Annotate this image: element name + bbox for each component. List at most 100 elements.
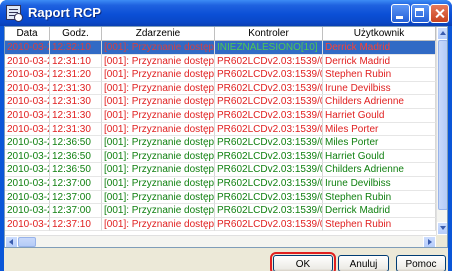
cell-date: 2010-03-26: [5, 41, 50, 55]
dialog-client-area: Data Godz. Zdarzenie Kontroler Użytkowni…: [4, 26, 448, 271]
cell-controller: PR602LCDv2.03:1539/000: [215, 108, 323, 123]
table-row[interactable]: 2010-03-2612:37:00[001]: Przyznanie dost…: [5, 176, 436, 191]
cell-user: Childers Adrienne: [323, 163, 436, 177]
table-row[interactable]: 2010-03-2612:36:50[001]: Przyznanie dost…: [5, 149, 436, 164]
cell-controller: PR602LCDv2.03:1539/000: [215, 54, 323, 69]
column-header-controller[interactable]: Kontroler: [215, 27, 323, 41]
cell-controller: PR602LCDv2.03:1539/000: [215, 149, 323, 164]
cell-controller: PR602LCDv2.03:1539/000: [215, 176, 323, 191]
table-row[interactable]: 2010-03-2612:31:30[001]: Przyznanie dost…: [5, 122, 436, 137]
cell-user: Miles Porter: [323, 136, 436, 150]
table-row[interactable]: 2010-03-2612:31:30[001]: Przyznanie dost…: [5, 81, 436, 96]
cell-controller: PR602LCDv2.03:1539/000: [215, 163, 323, 177]
chevron-up-icon: [440, 31, 446, 35]
cell-user: Derrick Madrid: [323, 204, 436, 218]
scroll-up-button[interactable]: [437, 27, 447, 40]
vertical-scroll-thumb[interactable]: [438, 40, 447, 210]
cell-date: 2010-03-26: [5, 176, 50, 191]
cell-date: 2010-03-26: [5, 136, 50, 150]
column-header-date[interactable]: Data: [5, 27, 50, 41]
maximize-icon[interactable]: [411, 4, 430, 23]
cell-event: [001]: Przyznanie dostępu: [102, 41, 215, 55]
cell-time: 12:31:20: [50, 68, 102, 82]
cell-user: Derrick Madrid: [323, 41, 436, 55]
cell-time: 12:32:10: [50, 41, 102, 55]
scroll-down-button[interactable]: [437, 222, 447, 235]
cell-controller: PR602LCDv2.03:1539/000: [215, 217, 323, 232]
cell-event: [001]: Przyznanie dostępu: [102, 68, 215, 82]
table-row[interactable]: 2010-03-2612:37:00[001]: Przyznanie dost…: [5, 190, 436, 205]
column-header-user[interactable]: Użytkownik: [323, 27, 436, 41]
cell-date: 2010-03-26: [5, 81, 50, 96]
table-row[interactable]: 2010-03-2612:31:20[001]: Przyznanie dost…: [5, 68, 436, 82]
cell-date: 2010-03-26: [5, 190, 50, 205]
scroll-right-button[interactable]: [423, 236, 436, 247]
cell-time: 12:37:00: [50, 204, 102, 218]
cell-user: Miles Porter: [323, 122, 436, 137]
cell-controller: PR602LCDv2.03:1539/000: [215, 95, 323, 109]
table-row[interactable]: 2010-03-2612:36:50[001]: Przyznanie dost…: [5, 163, 436, 177]
cell-event: [001]: Przyznanie dostępu: [102, 176, 215, 191]
column-header-event[interactable]: Zdarzenie: [102, 27, 215, 41]
cell-time: 12:37:00: [50, 190, 102, 205]
table-row[interactable]: 2010-03-2612:37:00[001]: Przyznanie dost…: [5, 204, 436, 218]
cell-controller: PR602LCDv2.03:1539/000: [215, 136, 323, 150]
cell-time: 12:31:10: [50, 54, 102, 69]
cancel-button[interactable]: Anuluj: [338, 255, 389, 271]
cell-time: 12:31:30: [50, 122, 102, 137]
vertical-scrollbar[interactable]: [436, 27, 447, 235]
cell-time: 12:31:30: [50, 95, 102, 109]
cell-event: [001]: Przyznanie dostępu: [102, 204, 215, 218]
horizontal-scroll-thumb[interactable]: [18, 237, 36, 247]
cell-controller: PR602LCDv2.03:1539/000: [215, 122, 323, 137]
cell-event: [001]: Przyznanie dostępu: [102, 95, 215, 109]
cell-date: 2010-03-26: [5, 108, 50, 123]
table-header: Data Godz. Zdarzenie Kontroler Użytkowni…: [5, 27, 436, 41]
report-window: Raport RCP Data Godz. Zdarzenie Kontrole…: [0, 0, 452, 271]
cell-user: Irune Devilbiss: [323, 81, 436, 96]
table-row[interactable]: 2010-03-2612:32:10[001]: Przyznanie dost…: [5, 41, 436, 55]
close-icon[interactable]: [430, 4, 449, 23]
cell-date: 2010-03-26: [5, 149, 50, 164]
cell-controller: INIEZNALESIONO[10]: [215, 41, 323, 55]
report-table[interactable]: Data Godz. Zdarzenie Kontroler Użytkowni…: [4, 26, 448, 248]
cell-user: Stephen Rubin: [323, 68, 436, 82]
cell-event: [001]: Przyznanie dostępu: [102, 163, 215, 177]
cell-user: Derrick Madrid: [323, 54, 436, 69]
cell-time: 12:31:30: [50, 108, 102, 123]
cell-date: 2010-03-26: [5, 68, 50, 82]
cell-controller: PR602LCDv2.03:1539/000: [215, 68, 323, 82]
help-button[interactable]: Pomoc: [396, 255, 446, 271]
table-row[interactable]: 2010-03-2612:31:30[001]: Przyznanie dost…: [5, 95, 436, 109]
horizontal-scrollbar[interactable]: [5, 235, 436, 247]
scroll-left-button[interactable]: [5, 236, 18, 247]
cell-time: 12:36:50: [50, 149, 102, 164]
cell-date: 2010-03-26: [5, 204, 50, 218]
ok-button[interactable]: OK: [270, 252, 336, 271]
table-row[interactable]: 2010-03-2612:31:10[001]: Przyznanie dost…: [5, 54, 436, 69]
cell-user: Irune Devilbiss: [323, 176, 436, 191]
cell-date: 2010-03-26: [5, 95, 50, 109]
cell-date: 2010-03-26: [5, 163, 50, 177]
cell-controller: PR602LCDv2.03:1539/000: [215, 81, 323, 96]
cell-event: [001]: Przyznanie dostępu: [102, 122, 215, 137]
report-app-icon: [6, 5, 23, 22]
table-row[interactable]: 2010-03-2612:37:10[001]: Przyznanie dost…: [5, 217, 436, 232]
cell-event: [001]: Przyznanie dostępu: [102, 190, 215, 205]
column-header-time[interactable]: Godz.: [50, 27, 102, 41]
cell-event: [001]: Przyznanie dostępu: [102, 108, 215, 123]
cell-event: [001]: Przyznanie dostępu: [102, 54, 215, 69]
table-row[interactable]: 2010-03-2612:31:30[001]: Przyznanie dost…: [5, 108, 436, 123]
cell-time: 12:36:50: [50, 136, 102, 150]
cell-user: Harriet Gould: [323, 108, 436, 123]
cell-user: Childers Adrienne: [323, 95, 436, 109]
cell-date: 2010-03-26: [5, 54, 50, 69]
cell-time: 12:37:10: [50, 217, 102, 232]
title-bar[interactable]: Raport RCP: [0, 0, 452, 26]
cell-event: [001]: Przyznanie dostępu: [102, 217, 215, 232]
cell-time: 12:36:50: [50, 163, 102, 177]
cell-time: 12:37:00: [50, 176, 102, 191]
cell-date: 2010-03-26: [5, 122, 50, 137]
minimize-icon[interactable]: [391, 4, 410, 23]
table-row[interactable]: 2010-03-2612:36:50[001]: Przyznanie dost…: [5, 136, 436, 150]
